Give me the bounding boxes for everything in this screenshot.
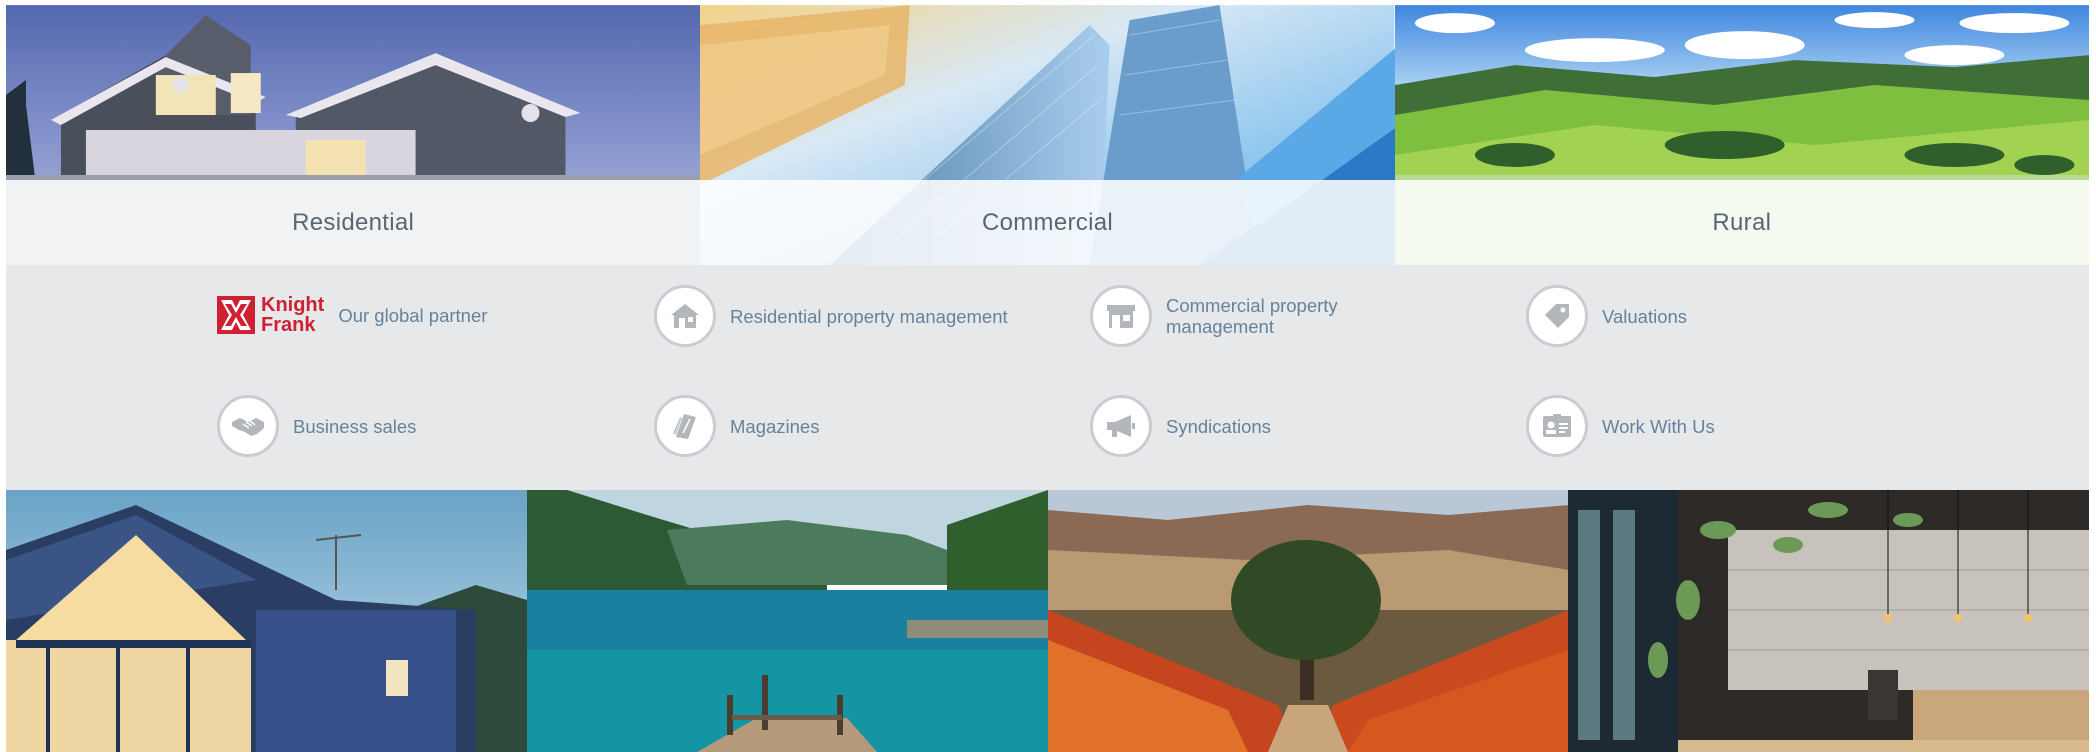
price-tag-icon xyxy=(1526,285,1588,347)
handshake-icon xyxy=(217,395,279,457)
megaphone-icon xyxy=(1090,395,1152,457)
service-magazines[interactable]: Magazines xyxy=(654,395,819,457)
category-label-band: Residential xyxy=(6,180,701,265)
category-label-band: Commercial xyxy=(700,180,1395,265)
modern-house-image xyxy=(6,490,527,752)
service-label: Residential property management xyxy=(730,305,1008,327)
cafe-interior-image xyxy=(1568,490,2089,752)
service-label: Valuations xyxy=(1602,305,1688,327)
category-tile-commercial[interactable]: Commercial xyxy=(700,5,1395,265)
page: Residential Commercial Rural Knight Fran… xyxy=(6,5,2089,752)
id-card-icon xyxy=(1526,395,1588,457)
modern-house-photo[interactable] xyxy=(6,490,527,752)
lake-jetty-photo[interactable] xyxy=(526,490,1048,752)
service-label: Business sales xyxy=(293,415,417,437)
service-commercial-property-management[interactable]: Commercial property management xyxy=(1090,285,1356,347)
magazine-icon xyxy=(654,395,716,457)
service-business-sales[interactable]: Business sales xyxy=(217,395,416,457)
partner-link[interactable]: Knight Frank Our global partner xyxy=(217,295,487,335)
wordmark-line-2: Frank xyxy=(261,314,316,336)
house-icon xyxy=(654,285,716,347)
service-label: Work With Us xyxy=(1602,415,1715,437)
knight-frank-logo: Knight Frank xyxy=(217,295,324,335)
category-tile-rural[interactable]: Rural xyxy=(1394,5,2089,265)
storefront-icon xyxy=(1090,285,1152,347)
category-tile-residential[interactable]: Residential xyxy=(6,5,701,265)
service-label: Magazines xyxy=(730,415,820,437)
knight-frank-emblem-icon xyxy=(217,296,255,334)
feature-photo-strip xyxy=(6,490,2089,752)
category-label-residential: Residential xyxy=(292,208,415,236)
wordmark-line-1: Knight xyxy=(261,294,325,316)
vineyard-photo[interactable] xyxy=(1047,490,1569,752)
category-label-commercial: Commercial xyxy=(981,208,1113,236)
service-valuations[interactable]: Valuations xyxy=(1526,285,1687,347)
service-label: Commercial property management xyxy=(1166,295,1338,337)
service-residential-property-management[interactable]: Residential property management xyxy=(654,285,1008,347)
category-label-band: Rural xyxy=(1394,180,2089,265)
vineyard-image xyxy=(1047,490,1569,752)
services-panel: Knight Frank Our global partner Resident… xyxy=(6,265,2089,490)
service-label: Syndications xyxy=(1166,415,1271,437)
service-syndications[interactable]: Syndications xyxy=(1090,395,1271,457)
category-label-rural: Rural xyxy=(1712,208,1772,236)
category-tiles: Residential Commercial Rural xyxy=(6,5,2089,265)
knight-frank-wordmark: Knight Frank xyxy=(261,295,324,335)
cafe-interior-photo[interactable] xyxy=(1568,490,2089,752)
lake-jetty-image xyxy=(526,490,1048,752)
partner-label: Our global partner xyxy=(338,304,488,326)
service-work-with-us[interactable]: Work With Us xyxy=(1526,395,1715,457)
